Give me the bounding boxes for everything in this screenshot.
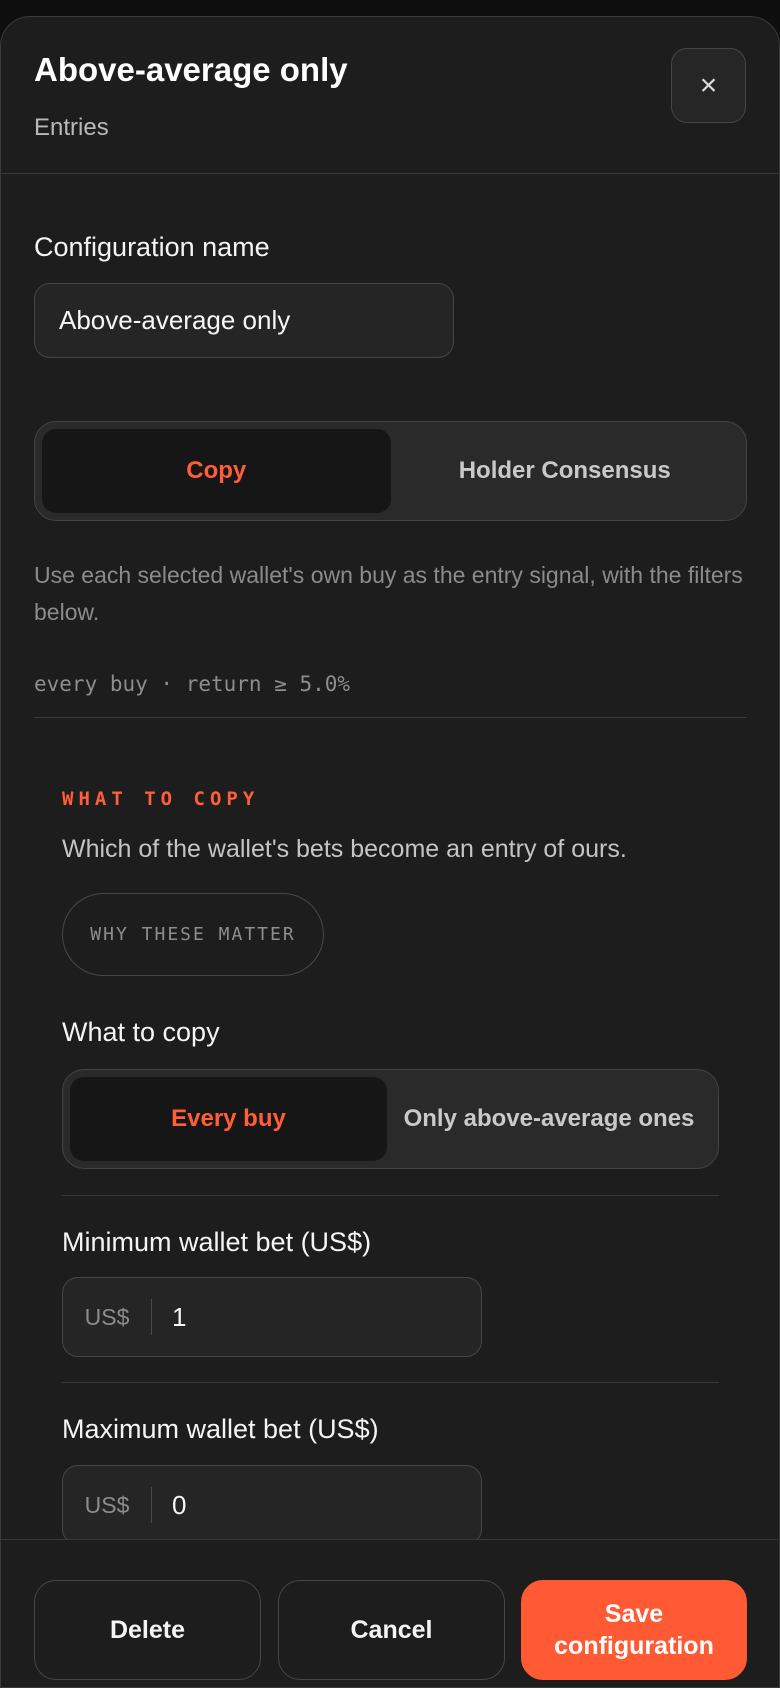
currency-prefix: US$ [84, 1303, 130, 1330]
delete-button[interactable]: Delete [34, 1580, 261, 1680]
section-title-what-to-copy: WHAT TO COPY [62, 788, 260, 810]
max-bet-input[interactable]: US$ 0 [62, 1465, 482, 1545]
mode-description: Use each selected wallet's own buy as th… [34, 562, 743, 625]
mode-segmented-control: Copy Holder Consensus [34, 421, 747, 521]
page-title: Above-average only [34, 51, 348, 88]
sheet-header: Above-average only Entries × [1, 17, 779, 174]
mode-option-copy[interactable]: Copy [42, 429, 391, 513]
mode-option-holder-consensus[interactable]: Holder Consensus [391, 429, 740, 513]
save-configuration-button[interactable]: Save configuration [521, 1580, 747, 1680]
close-icon: × [699, 68, 718, 102]
divider [62, 1382, 719, 1383]
configuration-sheet: Above-average only Entries × Configurati… [0, 16, 780, 1688]
sheet-footer: Delete Cancel Save configuration [1, 1539, 779, 1687]
option-every-buy[interactable]: Every buy [70, 1077, 387, 1161]
max-bet-label: Maximum wallet bet (US$) [62, 1414, 379, 1444]
what-to-copy-label: What to copy [62, 1017, 220, 1047]
page-subtitle: Entries [34, 114, 109, 141]
min-bet-label: Minimum wallet bet (US$) [62, 1227, 372, 1257]
divider [34, 717, 747, 718]
divider [62, 1195, 719, 1196]
section-description: Which of the wallet's bets become an ent… [62, 835, 627, 863]
max-bet-value: 0 [172, 1489, 187, 1520]
option-above-average[interactable]: Only above-average ones [387, 1077, 711, 1161]
min-bet-input[interactable]: US$ 1 [62, 1277, 482, 1357]
currency-prefix: US$ [84, 1491, 130, 1518]
what-to-copy-segmented-control: Every buy Only above-average ones [62, 1069, 719, 1169]
min-bet-value: 1 [172, 1301, 187, 1332]
config-name-input[interactable]: Above-average only [34, 283, 454, 358]
config-name-label: Configuration name [34, 232, 270, 262]
config-summary: every buy · return ≥ 5.0% [34, 672, 351, 696]
close-button[interactable]: × [671, 48, 746, 123]
config-name-value: Above-average only [59, 305, 291, 335]
why-these-matter-button[interactable]: WHY THESE MATTER [62, 893, 324, 976]
cancel-button[interactable]: Cancel [278, 1580, 505, 1680]
